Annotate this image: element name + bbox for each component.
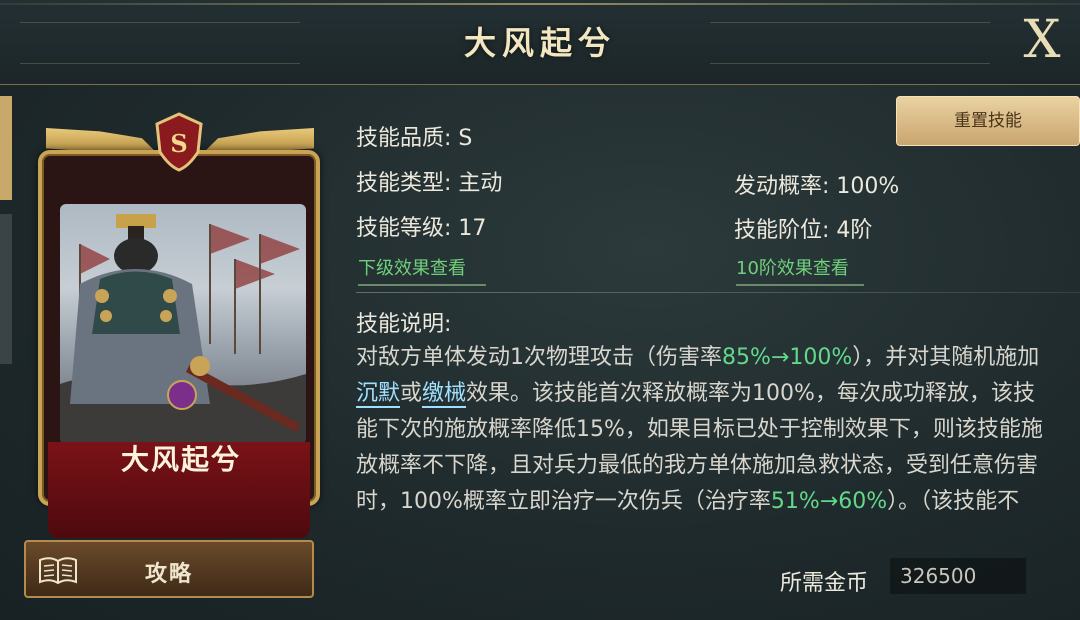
- card-name: 大风起兮: [120, 443, 241, 476]
- skill-tier: 技能阶位: 4阶: [734, 218, 873, 243]
- reset-skill-button[interactable]: 重置技能: [896, 96, 1080, 146]
- cost-value: 326500: [890, 558, 1026, 594]
- description-title: 技能说明:: [356, 312, 452, 337]
- divider: [356, 292, 1080, 293]
- skill-card: S 大风起兮: [38, 112, 324, 538]
- close-button[interactable]: X: [1012, 10, 1072, 70]
- desc-segment: 对敌方单体发动1次物理攻击（伤害率: [356, 345, 722, 370]
- page-title: 大风起兮: [463, 24, 616, 62]
- svg-text:S: S: [170, 129, 187, 158]
- skill-level: 技能等级: 17: [356, 216, 487, 241]
- cost-label: 所需金币: [780, 571, 869, 596]
- side-tab-active[interactable]: [0, 96, 12, 200]
- guide-button-label: 攻略: [144, 562, 193, 587]
- disarm-keyword-link[interactable]: 缴械: [422, 381, 467, 408]
- desc-segment: ）。（该技能不: [887, 489, 1020, 514]
- lower-effect-link[interactable]: 下级效果查看: [358, 254, 486, 286]
- silence-keyword-link[interactable]: 沉默: [356, 381, 401, 408]
- header-bar: 大风起兮 X: [0, 0, 1080, 85]
- side-tab[interactable]: [0, 214, 12, 364]
- trigger-rate: 发动概率: 100%: [734, 174, 900, 199]
- sickle-seal-icon: [167, 380, 197, 410]
- desc-segment: 或: [400, 381, 423, 406]
- heal-rate-value: 51%→60%: [770, 489, 888, 514]
- tier10-effect-link[interactable]: 10阶效果查看: [736, 254, 864, 286]
- grade-shield-icon: S: [155, 112, 203, 172]
- desc-segment: ），并对其随机施加: [852, 345, 1040, 370]
- description-text[interactable]: 对敌方单体发动1次物理攻击（伤害率85%→100%），并对其随机施加沉默或缴械效…: [356, 340, 1056, 540]
- guide-button[interactable]: 攻略: [24, 540, 314, 598]
- damage-rate-value: 85%→100%: [722, 345, 853, 370]
- skill-quality: 技能品质: S: [356, 126, 473, 151]
- skill-type: 技能类型: 主动: [356, 171, 503, 196]
